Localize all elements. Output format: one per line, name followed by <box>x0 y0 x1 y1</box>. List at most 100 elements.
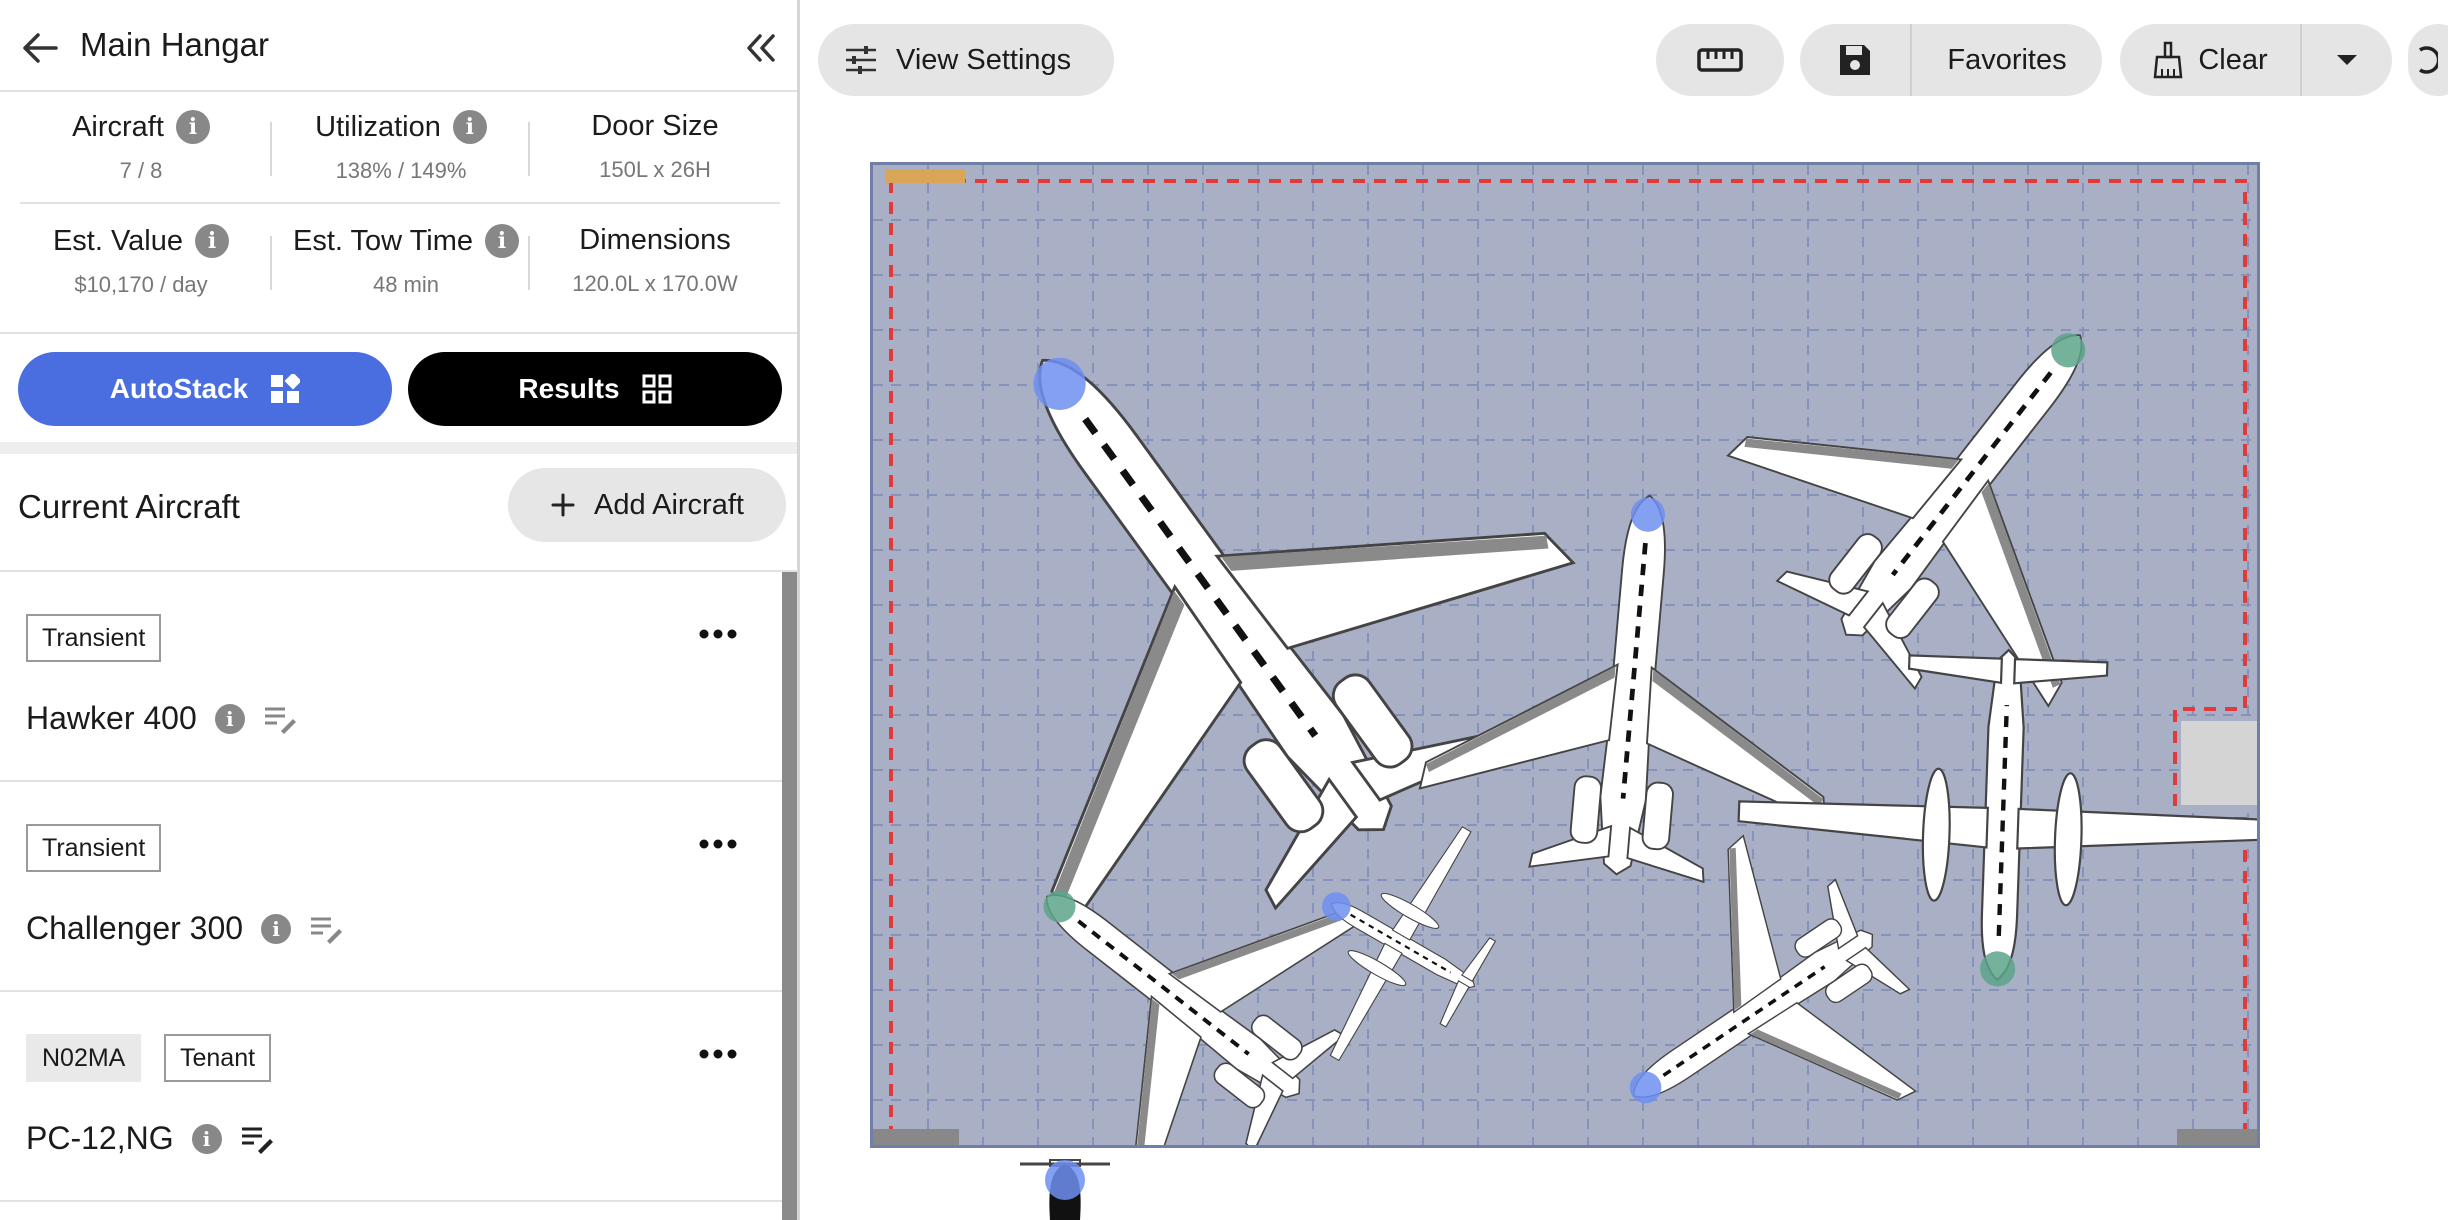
ruler-button[interactable] <box>1656 24 1784 96</box>
current-aircraft-title: Current Aircraft <box>18 488 240 525</box>
ellipsis-icon <box>699 839 737 849</box>
nose-marker <box>1045 1160 1085 1200</box>
plus-icon <box>551 493 575 517</box>
double-chevron-left-icon <box>747 34 775 62</box>
caret-down-icon <box>2337 55 2357 65</box>
stat-door-size-label: Door Size <box>591 110 719 142</box>
stat-dimensions: Dimensions 120.0L x 170.0W <box>530 224 780 297</box>
add-aircraft-button[interactable]: Add Aircraft <box>508 468 786 542</box>
broom-icon <box>2153 41 2183 79</box>
info-icon[interactable]: i <box>484 224 519 258</box>
clear-dropdown-button[interactable] <box>2302 24 2392 96</box>
info-icon[interactable]: i <box>191 1123 222 1154</box>
clear-label: Clear <box>2198 43 2268 76</box>
stat-dimensions-label: Dimensions <box>579 224 731 256</box>
aircraft-tag: Tenant <box>164 1034 272 1082</box>
aircraft-name-row: PC-12,NG i <box>26 1120 274 1157</box>
notes-edit-icon[interactable] <box>263 704 297 734</box>
aircraft-tag: Transient <box>26 614 162 662</box>
add-aircraft-label: Add Aircraft <box>594 488 744 521</box>
stat-est-tow-time-value: 48 min <box>372 272 440 297</box>
current-aircraft-header: Current Aircraft Add Aircraft <box>0 454 797 572</box>
aircraft-list: Transient Hawker 400 i Transient Challen… <box>0 572 782 1220</box>
stat-est-value-value: $10,170 / day <box>74 272 208 297</box>
favorites-button[interactable]: Favorites <box>1912 24 2102 96</box>
hangar-title: Main Hangar <box>80 26 269 63</box>
stat-utilization-label: Utilization <box>315 110 441 143</box>
aircraft-card[interactable]: Transient Challenger 300 i <box>0 782 782 992</box>
divider <box>270 122 272 176</box>
sidebar-header: Main Hangar <box>0 0 797 92</box>
view-settings-label: View Settings <box>896 43 1072 76</box>
aircraft-name-row: Hawker 400 i <box>26 700 297 737</box>
stat-door-size-value: 150L x 26H <box>599 157 711 182</box>
hangar-canvas[interactable] <box>873 165 2257 1145</box>
info-icon[interactable]: i <box>452 110 487 144</box>
stat-utilization-value: 138% / 149% <box>335 158 467 183</box>
stat-aircraft-label: Aircraft <box>72 110 164 143</box>
stat-est-value-label: Est. Value <box>52 224 184 257</box>
notes-edit-icon[interactable] <box>240 1124 274 1154</box>
info-icon[interactable]: i <box>175 110 210 144</box>
divider <box>20 202 780 204</box>
action-row: AutoStack Results <box>0 332 797 442</box>
save-button[interactable] <box>1800 24 1910 96</box>
stat-aircraft: Aircraft i 7 / 8 <box>16 110 266 184</box>
notes-edit-icon[interactable] <box>309 914 343 944</box>
aircraft-large-jet[interactable] <box>873 178 1634 1012</box>
stat-aircraft-value: 7 / 8 <box>119 158 163 183</box>
grid-icon <box>642 374 672 404</box>
stat-est-tow-time: Est. Tow Time i 48 min <box>276 224 536 298</box>
aircraft-name: Hawker 400 <box>26 700 197 736</box>
registration-tag: N02MA <box>26 1034 142 1082</box>
arrow-left-icon <box>23 33 58 63</box>
door-marker <box>885 169 965 183</box>
favorites-group: Favorites <box>1800 24 2102 96</box>
aircraft-name-row: Challenger 300 i <box>26 910 343 947</box>
door-block <box>2181 721 2257 805</box>
stat-door-size: Door Size 150L x 26H <box>530 110 780 183</box>
autostack-label: AutoStack <box>109 373 249 404</box>
hangar-floor[interactable] <box>870 162 2260 1148</box>
corner-block <box>873 1129 959 1145</box>
results-label: Results <box>518 373 620 404</box>
autostack-button[interactable]: AutoStack <box>18 352 392 426</box>
overflow-toolbar-button[interactable] <box>2408 24 2448 96</box>
stat-est-value: Est. Value i $10,170 / day <box>16 224 266 298</box>
sliders-icon <box>846 46 876 74</box>
hangar-stats: Aircraft i 7 / 8 Utilization i 138% / 149%… <box>0 92 797 332</box>
info-icon[interactable]: i <box>261 913 292 944</box>
back-button[interactable] <box>18 28 62 68</box>
info-icon[interactable]: i <box>214 703 245 734</box>
aircraft-outside-hangar[interactable] <box>1010 1150 1120 1220</box>
aircraft-card[interactable]: N02MA Tenant PC-12,NG i <box>0 992 782 1202</box>
clear-button[interactable]: Clear <box>2120 24 2300 96</box>
stat-utilization: Utilization i 138% / 149% <box>276 110 526 184</box>
autostack-icon <box>271 374 301 403</box>
section-separator <box>0 442 797 454</box>
ellipsis-icon <box>699 1049 737 1059</box>
aircraft-list-scrollbar[interactable] <box>782 572 797 1220</box>
stat-dimensions-value: 120.0L x 170.0W <box>572 271 738 296</box>
app-root: Main Hangar Aircraft i 7 / 8 Utilization i… <box>0 0 2448 1220</box>
more-options-button[interactable] <box>696 826 740 862</box>
info-icon[interactable]: i <box>195 224 230 258</box>
aircraft-name: Challenger 300 <box>26 910 244 946</box>
ruler-icon <box>1697 48 1743 72</box>
sidebar: Main Hangar Aircraft i 7 / 8 Utilization i… <box>0 0 800 1220</box>
divider <box>270 236 272 290</box>
stat-est-tow-time-label: Est. Tow Time <box>293 224 473 257</box>
favorites-label: Favorites <box>1947 43 2067 76</box>
save-icon <box>1840 45 1870 75</box>
more-options-button[interactable] <box>696 1036 740 1072</box>
more-options-button[interactable] <box>696 616 740 652</box>
results-button[interactable]: Results <box>408 352 782 426</box>
corner-block <box>2177 1129 2257 1145</box>
ellipsis-icon <box>699 629 737 639</box>
partial-icon <box>2419 46 2438 74</box>
aircraft-card[interactable]: Transient Hawker 400 i <box>0 572 782 782</box>
view-settings-button[interactable]: View Settings <box>818 24 1114 96</box>
aircraft-tag: Transient <box>26 824 162 872</box>
collapse-sidebar-button[interactable] <box>740 28 780 68</box>
aircraft-name: PC-12,NG <box>26 1120 174 1156</box>
